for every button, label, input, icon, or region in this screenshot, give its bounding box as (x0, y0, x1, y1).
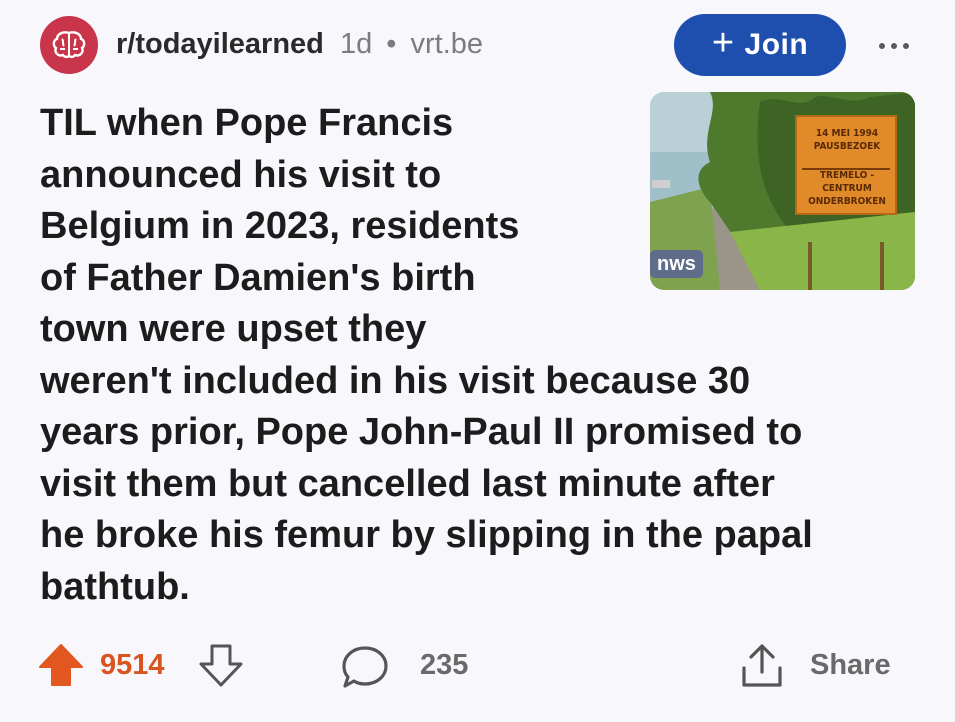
subreddit-avatar[interactable] (40, 16, 98, 74)
title-line: he broke his femur by slipping in the pa… (40, 514, 813, 556)
comment-icon[interactable] (340, 644, 390, 690)
join-button[interactable]: + Join (674, 14, 846, 76)
title-line: town were upset they (40, 308, 427, 350)
title-line: TIL when Pope Francis (40, 102, 454, 144)
downvote-icon[interactable] (198, 643, 244, 687)
post-title[interactable]: TIL when Pope Francis announced his visi… (40, 98, 900, 613)
post-domain[interactable]: vrt.be (411, 28, 484, 60)
post-actions: 9514 235 Share (0, 630, 955, 700)
title-line: bathtub. (40, 565, 190, 608)
title-line: visit them but cancelled last minute aft… (40, 462, 775, 505)
plus-icon: + (711, 22, 735, 64)
post-header: r/todayilearned 1d • vrt.be + Join (0, 0, 955, 90)
vote-score: 9514 (100, 649, 165, 681)
title-line: Belgium in 2023, residents (40, 205, 520, 247)
more-icon-dot (891, 43, 897, 49)
more-options-button[interactable] (874, 26, 914, 66)
share-button[interactable]: Share (810, 647, 891, 683)
join-label: Join (744, 28, 809, 61)
share-icon[interactable] (738, 642, 786, 690)
comment-count[interactable]: 235 (420, 647, 468, 683)
title-line: of Father Damien's birth (40, 256, 476, 299)
post-meta: r/todayilearned 1d • vrt.be (116, 26, 483, 62)
upvote-icon[interactable] (38, 643, 84, 687)
subreddit-name[interactable]: r/todayilearned (116, 28, 324, 60)
more-icon-dot (879, 43, 885, 49)
meta-separator: • (386, 28, 397, 60)
title-line: years prior, Pope John-Paul II promised … (40, 411, 803, 453)
title-line: weren't included in his visit because 30 (40, 359, 751, 402)
more-icon-dot (903, 43, 909, 49)
brain-icon (52, 31, 86, 59)
title-line: announced his visit to (40, 153, 442, 196)
post-age: 1d (339, 28, 373, 60)
